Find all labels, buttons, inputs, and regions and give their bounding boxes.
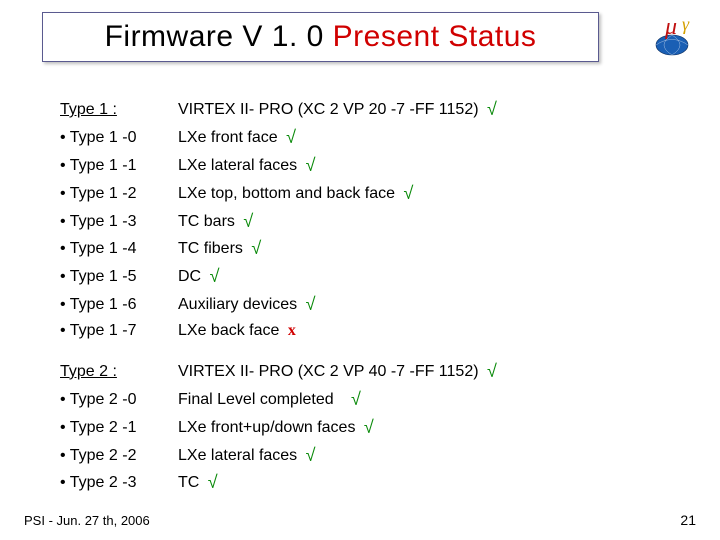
check-icon: √ [351,386,361,414]
list-item: Type 2 -1 LXe front+up/down faces √ [60,414,680,442]
title-red: Present Status [333,20,537,53]
list-item: Type 1 -6 Auxiliary devices √ [60,291,680,319]
cross-icon: x [288,319,296,344]
check-icon: √ [364,414,374,442]
check-icon: √ [306,442,316,470]
item-desc: LXe front+up/down faces √ [178,414,680,442]
item-desc: TC bars √ [178,208,680,236]
page-title: Firmware V 1. 0 Present Status [105,20,537,54]
item-desc: TC fibers √ [178,235,680,263]
section-type2: Type 2 : VIRTEX II- PRO (XC 2 VP 40 -7 -… [60,358,680,497]
list-item: Type 1 -7 LXe back face x [60,319,680,344]
list-item: Type 2 -3 TC √ [60,469,680,497]
item-label: Type 2 -0 [60,388,178,413]
item-desc: LXe back face x [178,319,680,344]
section-label: Type 2 : [60,360,178,385]
content-area: Type 1 : VIRTEX II- PRO (XC 2 VP 20 -7 -… [60,96,680,497]
list-item: Type 2 -0 Final Level completed √ [60,386,680,414]
item-desc: Auxiliary devices √ [178,291,680,319]
check-icon: √ [403,180,413,208]
item-label: Type 1 -1 [60,154,178,179]
check-icon: √ [487,96,497,124]
section-header: Type 1 : VIRTEX II- PRO (XC 2 VP 20 -7 -… [60,96,680,124]
svg-text:γ: γ [682,14,690,34]
check-icon: √ [210,263,220,291]
footer-date: PSI - Jun. 27 th, 2006 [24,513,150,528]
check-icon: √ [306,291,316,319]
list-item: Type 1 -3 TC bars √ [60,208,680,236]
section-desc: VIRTEX II- PRO (XC 2 VP 20 -7 -FF 1152) … [178,96,680,124]
section-desc: VIRTEX II- PRO (XC 2 VP 40 -7 -FF 1152) … [178,358,680,386]
check-icon: √ [306,152,316,180]
section-header: Type 2 : VIRTEX II- PRO (XC 2 VP 40 -7 -… [60,358,680,386]
item-desc: TC √ [178,469,680,497]
svg-text:μ: μ [664,14,677,40]
list-item: Type 1 -5 DC √ [60,263,680,291]
item-desc: LXe lateral faces √ [178,442,680,470]
item-label: Type 1 -2 [60,182,178,207]
item-label: Type 2 -2 [60,444,178,469]
list-item: Type 2 -2 LXe lateral faces √ [60,442,680,470]
mu-gamma-logo: μ γ [646,12,698,58]
item-label: Type 1 -6 [60,293,178,318]
check-icon: √ [208,469,218,497]
title-black: Firmware V 1. 0 [105,20,333,53]
item-desc: DC √ [178,263,680,291]
list-item: Type 1 -2 LXe top, bottom and back face … [60,180,680,208]
item-desc: LXe lateral faces √ [178,152,680,180]
section-type1: Type 1 : VIRTEX II- PRO (XC 2 VP 20 -7 -… [60,96,680,344]
item-label: Type 2 -1 [60,416,178,441]
item-desc: LXe front face √ [178,124,680,152]
list-item: Type 1 -0 LXe front face √ [60,124,680,152]
check-icon: √ [487,358,497,386]
check-icon: √ [251,235,261,263]
check-icon: √ [243,208,253,236]
item-label: Type 1 -0 [60,126,178,151]
check-icon: √ [286,124,296,152]
list-item: Type 1 -4 TC fibers √ [60,235,680,263]
item-label: Type 1 -3 [60,210,178,235]
item-label: Type 1 -4 [60,237,178,262]
item-label: Type 1 -5 [60,265,178,290]
list-item: Type 1 -1 LXe lateral faces √ [60,152,680,180]
item-label: Type 2 -3 [60,471,178,496]
page-number: 21 [680,512,696,528]
section-label: Type 1 : [60,98,178,123]
item-label: Type 1 -7 [60,319,178,344]
item-desc: Final Level completed √ [178,386,680,414]
title-box: Firmware V 1. 0 Present Status [42,12,599,62]
item-desc: LXe top, bottom and back face √ [178,180,680,208]
